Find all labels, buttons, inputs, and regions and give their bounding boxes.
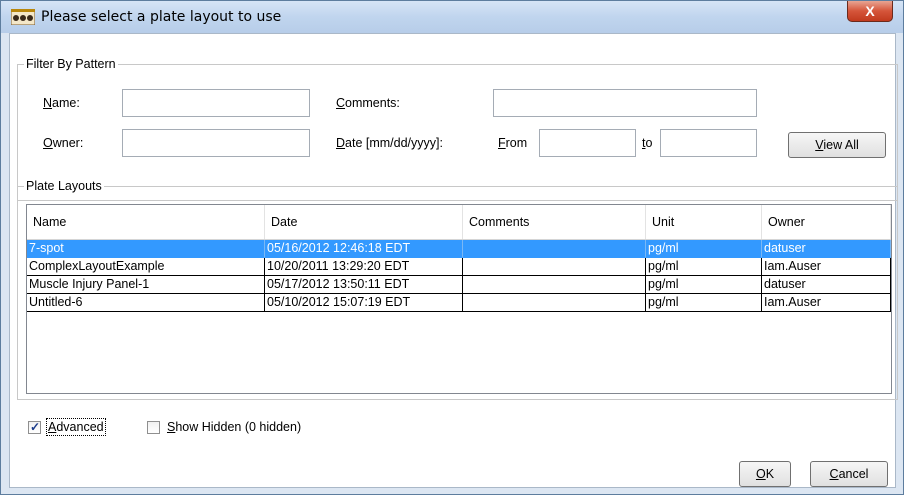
cell-comments	[463, 294, 646, 312]
cell-unit: pg/ml	[646, 258, 762, 276]
cell-owner: datuser	[762, 240, 891, 258]
cancel-button[interactable]: Cancel	[810, 461, 888, 487]
column-header-owner[interactable]: Owner	[762, 205, 891, 239]
name-label: Name:	[43, 96, 80, 110]
column-header-comments[interactable]: Comments	[463, 205, 646, 239]
from-label: From	[498, 136, 528, 150]
cell-comments	[463, 240, 646, 258]
advanced-checkbox[interactable]: ✓	[28, 420, 41, 434]
owner-label: Owner:	[43, 136, 84, 150]
checkmark-icon: ✓	[30, 420, 41, 434]
advanced-label[interactable]: Advanced	[46, 418, 106, 436]
plate-app-icon	[11, 9, 35, 25]
to-label: to	[642, 136, 653, 150]
show-hidden-checkbox[interactable]	[147, 421, 160, 434]
date-label: Date [mm/dd/yyyy]:	[336, 136, 443, 150]
cell-name: Muscle Injury Panel-1	[27, 276, 265, 294]
close-icon: X	[865, 3, 875, 19]
cell-unit: pg/ml	[646, 240, 762, 258]
cell-owner: datuser	[762, 276, 891, 294]
cell-name: ComplexLayoutExample	[27, 258, 265, 276]
close-button[interactable]: X	[847, 1, 893, 22]
table-row[interactable]: ComplexLayoutExample 10/20/2011 13:29:20…	[27, 258, 897, 276]
window-title: Please select a plate layout to use	[41, 9, 282, 25]
column-header-date[interactable]: Date	[265, 205, 463, 239]
ok-button[interactable]: OK	[739, 461, 791, 487]
cell-unit: pg/ml	[646, 276, 762, 294]
table-header: Name Date Comments Unit Owner	[27, 205, 891, 240]
cell-name: 7-spot	[27, 240, 265, 258]
show-hidden-label[interactable]: Show Hidden (0 hidden)	[167, 420, 301, 434]
title-bar[interactable]: Please select a plate layout to use X	[1, 1, 903, 33]
filter-group-title: Filter By Pattern	[24, 57, 118, 71]
dialog-window: Please select a plate layout to use X Fi…	[0, 0, 904, 495]
date-from-input[interactable]	[539, 129, 636, 157]
table-row[interactable]: Untitled-6 05/10/2012 15:07:19 EDT pg/ml…	[27, 294, 897, 312]
cell-date: 10/20/2011 13:29:20 EDT	[265, 258, 463, 276]
layouts-group-title: Plate Layouts	[24, 179, 104, 193]
layouts-table[interactable]: Name Date Comments Unit Owner 7-spot 05/…	[26, 204, 892, 394]
table-row[interactable]: Muscle Injury Panel-1 05/17/2012 13:50:1…	[27, 276, 897, 294]
view-all-button[interactable]: View All	[788, 132, 886, 158]
cell-comments	[463, 276, 646, 294]
column-header-unit[interactable]: Unit	[646, 205, 762, 239]
cell-name: Untitled-6	[27, 294, 265, 312]
owner-input[interactable]	[122, 129, 310, 157]
name-input[interactable]	[122, 89, 310, 117]
table-row[interactable]: 7-spot 05/16/2012 12:46:18 EDT pg/ml dat…	[27, 240, 897, 258]
cell-comments	[463, 258, 646, 276]
column-header-name[interactable]: Name	[27, 205, 265, 239]
cell-date: 05/10/2012 15:07:19 EDT	[265, 294, 463, 312]
dialog-body: Filter By Pattern Name: Comments: Owner:…	[9, 33, 898, 488]
comments-input[interactable]	[493, 89, 757, 117]
date-to-input[interactable]	[660, 129, 757, 157]
cell-date: 05/17/2012 13:50:11 EDT	[265, 276, 463, 294]
cell-owner: Iam.Auser	[762, 294, 891, 312]
cell-unit: pg/ml	[646, 294, 762, 312]
comments-label: Comments:	[336, 96, 400, 110]
cell-owner: Iam.Auser	[762, 258, 891, 276]
cell-date: 05/16/2012 12:46:18 EDT	[265, 240, 463, 258]
